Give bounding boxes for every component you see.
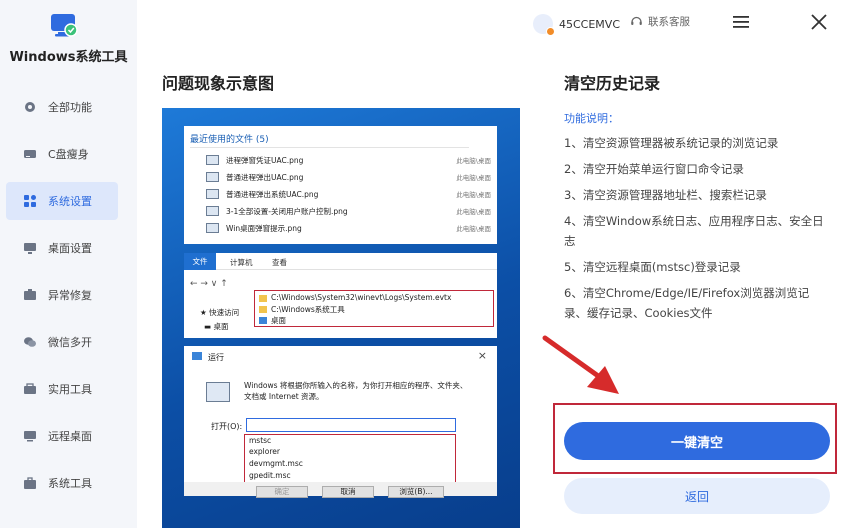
recent-file-row: 进程弹窗凭证UAC.png 此电脑\桌面: [206, 152, 491, 168]
run-dialog: 运行 × Windows 将根据你所输入的名称，为你打开相应的程序、文件夹、文档…: [184, 346, 497, 498]
remote-icon: [23, 429, 37, 443]
image-file-icon: [206, 155, 219, 165]
sidebar-item-label: 桌面设置: [48, 242, 92, 255]
feature-item: 2、清空开始菜单运行窗口命令记录: [564, 162, 744, 176]
desktop-icon: [23, 241, 37, 255]
sidebar-item-label: 全部功能: [48, 101, 92, 114]
image-file-icon: [206, 223, 219, 233]
feature-list: 1、清空资源管理器被系统记录的浏览记录 2、清空开始菜单运行窗口命令记录 3、清…: [564, 133, 832, 329]
run-history-dropdown: mstsc explorer devmgmt.msc gpedit.msc: [244, 434, 456, 484]
gear-icon: [23, 100, 37, 114]
close-icon[interactable]: [810, 13, 828, 31]
feature-item: 1、清空资源管理器被系统记录的浏览记录: [564, 136, 779, 150]
feature-item: 3、清空资源管理器地址栏、搜索栏记录: [564, 188, 767, 202]
tab-computer: 计算机: [230, 258, 253, 267]
sidebar-item-wechat[interactable]: 微信多开: [6, 323, 118, 361]
disk-icon: [23, 147, 37, 161]
user-info[interactable]: 45CCEMVC: [533, 12, 620, 36]
recent-files-header: 最近使用的文件 (5): [190, 132, 468, 148]
image-file-icon: [206, 206, 219, 216]
tab-view: 查看: [272, 258, 287, 267]
username: 45CCEMVC: [559, 17, 621, 31]
wrench-icon: [23, 288, 37, 302]
run-cancel-button: 取消: [322, 486, 374, 498]
sidebar-item-utilities[interactable]: 实用工具: [6, 370, 118, 408]
folder-icon: [259, 295, 267, 302]
sidebar-item-label: 异常修复: [48, 289, 92, 302]
image-file-icon: [206, 172, 219, 182]
image-file-icon: [206, 189, 219, 199]
folder-icon: [259, 306, 267, 313]
sidebar-item-c-drive[interactable]: C盘瘦身: [6, 135, 118, 173]
app-title: Windows系统工具: [9, 50, 128, 65]
sidebar-nav: 全部功能 C盘瘦身 系统设置 桌面设置 异常修复 微信多开 实用工具 远程桌面 …: [6, 88, 118, 511]
recent-file-row: 3-1全部设置-关闭用户账户控制.png 此电脑\桌面: [206, 203, 491, 219]
quick-access-item: ★ 快速访问: [200, 308, 240, 317]
avatar: [533, 14, 555, 36]
problem-illustration: 最近使用的文件 (5) 进程弹窗凭证UAC.png 此电脑\桌面 普通进程弹出U…: [162, 108, 520, 528]
sidebar-item-remote-desktop[interactable]: 远程桌面: [6, 417, 118, 455]
sidebar-item-label: 系统设置: [48, 195, 92, 208]
pointer-arrow-icon: [542, 335, 619, 394]
run-input: [246, 418, 456, 432]
support-link[interactable]: 联系客服: [630, 14, 690, 29]
feature-item: 5、清空远程桌面(mstsc)登录记录: [564, 260, 741, 274]
address-history-dropdown: C:\Windows\System32\winevt\Logs\System.e…: [254, 290, 494, 327]
run-program-icon: [206, 382, 230, 402]
sidebar-item-system-settings[interactable]: 系统设置: [6, 182, 118, 220]
tab-file: 文件: [184, 253, 216, 270]
sidebar-item-all-features[interactable]: 全部功能: [6, 88, 118, 126]
back-button[interactable]: 返回: [564, 478, 830, 514]
feature-item: 6、清空Chrome/Edge/IE/Firefox浏览器浏览记录、缓存记录、C…: [564, 286, 810, 320]
recent-files-window: 最近使用的文件 (5) 进程弹窗凭证UAC.png 此电脑\桌面 普通进程弹出U…: [184, 126, 497, 244]
recent-file-row: 普通进程弹出系统UAC.png 此电脑\桌面: [206, 186, 491, 202]
nav-arrows-icon: ← → ∨ ↑: [190, 279, 228, 289]
recent-file-row: Win桌面弹窗提示.png 此电脑\桌面: [206, 220, 491, 236]
run-open-label: 打开(O):: [211, 422, 243, 431]
recent-file-row: 普通进程弹出UAC.png 此电脑\桌面: [206, 169, 491, 185]
close-icon: ×: [477, 349, 487, 362]
run-ok-button: 确定: [256, 486, 308, 498]
sidebar: Windows系统工具 全部功能 C盘瘦身 系统设置 桌面设置 异常修复 微信多…: [0, 0, 137, 528]
wechat-icon: [23, 335, 37, 349]
feature-heading: 功能说明：: [564, 112, 619, 125]
clear-all-button[interactable]: 一键清空: [564, 422, 830, 460]
run-title: 运行: [208, 353, 224, 362]
sidebar-item-label: 微信多开: [48, 336, 92, 349]
menu-icon[interactable]: [732, 13, 750, 31]
run-browse-button: 浏览(B)...: [388, 486, 444, 498]
sidebar-item-desktop-settings[interactable]: 桌面设置: [6, 229, 118, 267]
feature-title: 清空历史记录: [564, 74, 661, 93]
feature-item: 4、清空Window系统日志、应用程序日志、安全日志: [564, 214, 824, 248]
illustration-title: 问题现象示意图: [162, 74, 275, 93]
desktop-item: ▬ 桌面: [204, 322, 229, 331]
sidebar-item-label: C盘瘦身: [48, 148, 89, 161]
headset-icon: [631, 16, 642, 25]
grid-icon: [23, 194, 37, 208]
briefcase-icon: [23, 476, 37, 490]
explorer-ribbon-tabs: 文件 计算机 查看: [184, 253, 497, 270]
main-panel: 45CCEMVC 联系客服 问题现象示意图 清空历史记录 最近使用的文件 (5)…: [137, 0, 849, 528]
sidebar-item-label: 实用工具: [48, 383, 92, 396]
run-description: Windows 将根据你所输入的名称，为你打开相应的程序、文件夹、文档或 Int…: [244, 381, 468, 401]
sidebar-item-repair[interactable]: 异常修复: [6, 276, 118, 314]
run-icon: [192, 352, 202, 360]
toolbox-icon: [23, 382, 37, 396]
sidebar-item-label: 远程桌面: [48, 430, 92, 443]
sidebar-item-label: 系统工具: [48, 477, 92, 490]
desktop-folder-icon: [259, 317, 267, 324]
explorer-window: 文件 计算机 查看 ← → ∨ ↑ ★ 快速访问 ▬ 桌面 C:\Windows…: [184, 253, 497, 338]
support-label: 联系客服: [648, 16, 690, 28]
sidebar-item-system-tools[interactable]: 系统工具: [6, 464, 118, 502]
app-logo-icon: [49, 11, 79, 41]
